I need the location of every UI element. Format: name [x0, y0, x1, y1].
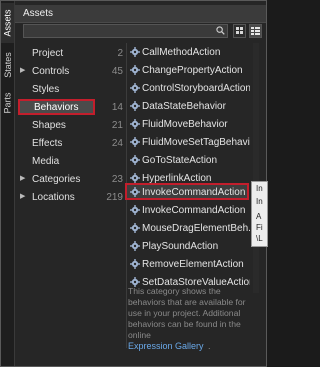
behavior-icon: [130, 47, 140, 57]
behavior-icon: [130, 119, 140, 129]
behavior-item[interactable]: ControlStoryboardAction: [128, 80, 251, 96]
category-styles[interactable]: Styles: [15, 81, 126, 98]
category-media[interactable]: Media: [15, 153, 126, 170]
behavior-icon: [130, 101, 140, 111]
expand-arrow-icon[interactable]: ▶: [20, 174, 25, 182]
expand-arrow-icon[interactable]: ▶: [20, 66, 25, 74]
behavior-icon: [130, 223, 140, 233]
behavior-item[interactable]: FluidMoveBehavior: [128, 116, 251, 132]
category-shapes[interactable]: Shapes 21: [15, 117, 126, 134]
grid-view-icon: [236, 27, 243, 34]
behavior-icon: [130, 137, 140, 147]
behavior-icon: [130, 65, 140, 75]
category-panel: Project 2 ▶ Controls 45 Styles Behaviors…: [15, 43, 126, 213]
tab-parts[interactable]: Parts: [1, 87, 14, 119]
behavior-item[interactable]: GoToStateAction: [128, 152, 251, 168]
behavior-item[interactable]: FluidMoveSetTagBehavi...: [128, 134, 251, 150]
behavior-item[interactable]: CallMethodAction: [128, 44, 251, 60]
scrollbar[interactable]: [253, 43, 259, 293]
grid-view-button[interactable]: [233, 24, 246, 38]
behavior-icon: [130, 83, 140, 93]
behavior-icon: [130, 241, 140, 251]
tooltip: In In A Fi \L: [251, 181, 268, 247]
behavior-item[interactable]: PlaySoundAction: [128, 238, 251, 254]
list-view-icon: [251, 27, 260, 35]
tab-states[interactable]: States: [1, 45, 14, 85]
behavior-item[interactable]: DataStateBehavior: [128, 98, 251, 114]
link-suffix: .: [208, 341, 211, 351]
search-row: [15, 23, 266, 41]
category-categories[interactable]: ▶ Categories 23: [15, 171, 126, 188]
behavior-item[interactable]: InvokeCommandAction: [128, 202, 251, 218]
category-effects[interactable]: Effects 24: [15, 135, 126, 152]
behavior-item[interactable]: RemoveElementAction: [128, 256, 251, 272]
behavior-item[interactable]: MouseDragElementBeh...: [128, 220, 251, 236]
tab-assets[interactable]: Assets: [1, 3, 14, 43]
search-box[interactable]: [23, 24, 228, 38]
panel-header: Assets: [15, 5, 266, 23]
panel-title: Assets: [23, 8, 54, 19]
behavior-icon: [130, 173, 140, 183]
category-controls[interactable]: ▶ Controls 45: [15, 63, 126, 80]
behavior-icon: [130, 205, 140, 215]
vertical-tab-strip: Assets States Parts: [1, 1, 15, 366]
expression-gallery-link[interactable]: Expression Gallery: [128, 341, 204, 351]
behavior-icon: [130, 155, 140, 165]
list-view-button[interactable]: [249, 24, 262, 38]
category-description: This category shows the behaviors that a…: [128, 286, 246, 340]
behavior-icon: [130, 259, 140, 269]
behavior-item[interactable]: ChangePropertyAction: [128, 62, 251, 78]
search-input[interactable]: [27, 25, 207, 37]
category-behaviors[interactable]: Behaviors 14: [15, 99, 126, 116]
category-project[interactable]: Project 2: [15, 45, 126, 62]
behavior-icon: [130, 187, 140, 197]
assets-panel-frame: Assets States Parts Assets Project 2 ▶ C…: [0, 0, 268, 367]
category-locations[interactable]: ▶ Locations 219: [15, 189, 126, 206]
search-icon[interactable]: [216, 26, 225, 35]
expand-arrow-icon[interactable]: ▶: [20, 192, 25, 200]
behavior-item-selected[interactable]: InvokeCommandAction: [128, 184, 251, 200]
